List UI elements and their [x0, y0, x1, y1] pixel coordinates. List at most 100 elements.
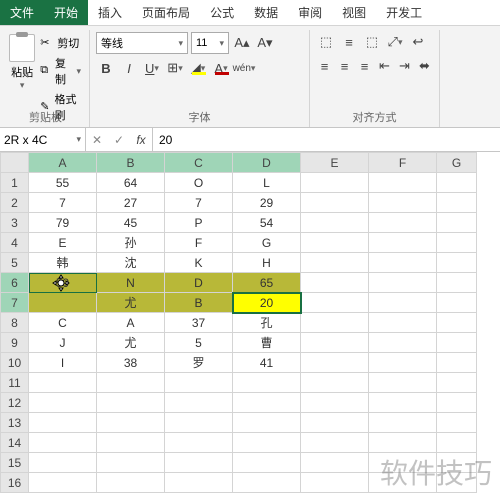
cell[interactable]: [165, 413, 233, 433]
align-bottom-button[interactable]: ⬚: [362, 32, 382, 52]
cell[interactable]: [369, 453, 437, 473]
cell[interactable]: [233, 413, 301, 433]
cell[interactable]: D: [165, 273, 233, 293]
cell[interactable]: [437, 273, 477, 293]
align-center-button[interactable]: ≡: [336, 56, 353, 76]
row-header[interactable]: 2: [1, 193, 29, 213]
cell[interactable]: E: [29, 233, 97, 253]
font-name-combo[interactable]: 等线▾: [96, 32, 188, 54]
cell[interactable]: [97, 413, 165, 433]
cell[interactable]: [437, 473, 477, 493]
tab-layout[interactable]: 页面布局: [132, 0, 200, 25]
cell[interactable]: [437, 253, 477, 273]
cell[interactable]: 29: [233, 193, 301, 213]
cell[interactable]: O: [165, 173, 233, 193]
row-header[interactable]: 6: [1, 273, 29, 293]
cell[interactable]: G: [233, 233, 301, 253]
merge-button[interactable]: ⬌: [416, 56, 433, 76]
cell[interactable]: [437, 173, 477, 193]
font-size-combo[interactable]: 11▾: [191, 32, 229, 54]
select-all-corner[interactable]: [1, 153, 29, 173]
cell[interactable]: [301, 413, 369, 433]
cell[interactable]: [233, 433, 301, 453]
cell[interactable]: [369, 413, 437, 433]
align-right-button[interactable]: ≡: [356, 56, 373, 76]
cell[interactable]: [369, 313, 437, 333]
grid[interactable]: A B C D E F G 15564OL 2727729 37945P54 4…: [0, 152, 477, 493]
cell[interactable]: [369, 333, 437, 353]
align-top-button[interactable]: ⬚: [316, 32, 336, 52]
cell[interactable]: [369, 393, 437, 413]
cell[interactable]: B: [165, 293, 233, 313]
row-header[interactable]: 3: [1, 213, 29, 233]
cell[interactable]: 沈: [97, 253, 165, 273]
decrease-font-button[interactable]: A▾: [255, 33, 275, 53]
cell-active[interactable]: 20: [233, 293, 301, 313]
col-header-b[interactable]: B: [97, 153, 165, 173]
cell[interactable]: [29, 293, 97, 313]
row-header[interactable]: 13: [1, 413, 29, 433]
cell[interactable]: [29, 373, 97, 393]
cell[interactable]: [29, 473, 97, 493]
cell[interactable]: [301, 333, 369, 353]
orientation-button[interactable]: ⤢▾: [385, 32, 405, 52]
increase-indent-button[interactable]: ⇥: [396, 56, 413, 76]
cell[interactable]: 54: [233, 213, 301, 233]
tab-formula[interactable]: 公式: [200, 0, 244, 25]
row-header[interactable]: 11: [1, 373, 29, 393]
cell[interactable]: [29, 393, 97, 413]
cell[interactable]: 45: [97, 213, 165, 233]
cell[interactable]: [301, 233, 369, 253]
tab-home[interactable]: 开始: [44, 0, 88, 25]
cell[interactable]: [301, 433, 369, 453]
row-header[interactable]: 1: [1, 173, 29, 193]
fill-color-button[interactable]: ◢▾: [188, 58, 208, 78]
cell[interactable]: 孙: [97, 233, 165, 253]
cell[interactable]: [233, 373, 301, 393]
cell[interactable]: A: [97, 313, 165, 333]
bold-button[interactable]: B: [96, 58, 116, 78]
cell[interactable]: I: [29, 353, 97, 373]
cell[interactable]: [301, 453, 369, 473]
align-left-button[interactable]: ≡: [316, 56, 333, 76]
phonetic-button[interactable]: wén▾: [234, 58, 254, 78]
row-header[interactable]: 4: [1, 233, 29, 253]
cell[interactable]: [165, 433, 233, 453]
cell[interactable]: [437, 353, 477, 373]
tab-data[interactable]: 数据: [244, 0, 288, 25]
cell[interactable]: 孔: [233, 313, 301, 333]
increase-font-button[interactable]: A▴: [232, 33, 252, 53]
row-header[interactable]: 10: [1, 353, 29, 373]
cell[interactable]: [301, 293, 369, 313]
cell[interactable]: [97, 433, 165, 453]
italic-button[interactable]: I: [119, 58, 139, 78]
cell[interactable]: 5: [165, 333, 233, 353]
cell[interactable]: 尤: [97, 333, 165, 353]
cell[interactable]: 27: [97, 193, 165, 213]
cell[interactable]: 7: [29, 193, 97, 213]
cell[interactable]: [437, 233, 477, 253]
font-color-button[interactable]: A▾: [211, 58, 231, 78]
row-header[interactable]: 12: [1, 393, 29, 413]
cell[interactable]: [29, 413, 97, 433]
cell[interactable]: [301, 273, 369, 293]
cell[interactable]: [301, 253, 369, 273]
tab-file[interactable]: 文件: [0, 0, 44, 25]
cell[interactable]: [301, 373, 369, 393]
cell[interactable]: H: [233, 253, 301, 273]
cell[interactable]: [369, 193, 437, 213]
name-box[interactable]: 2R x 4C▾: [0, 128, 86, 151]
cell[interactable]: [369, 173, 437, 193]
cell[interactable]: [29, 453, 97, 473]
cell[interactable]: [233, 453, 301, 473]
cell[interactable]: [437, 393, 477, 413]
cell[interactable]: N: [97, 273, 165, 293]
cell[interactable]: [301, 393, 369, 413]
cell[interactable]: [437, 213, 477, 233]
cell[interactable]: J: [29, 333, 97, 353]
col-header-f[interactable]: F: [369, 153, 437, 173]
cell[interactable]: [437, 313, 477, 333]
cell[interactable]: L: [233, 173, 301, 193]
cell[interactable]: 41: [233, 353, 301, 373]
formula-input[interactable]: 20: [153, 128, 500, 151]
